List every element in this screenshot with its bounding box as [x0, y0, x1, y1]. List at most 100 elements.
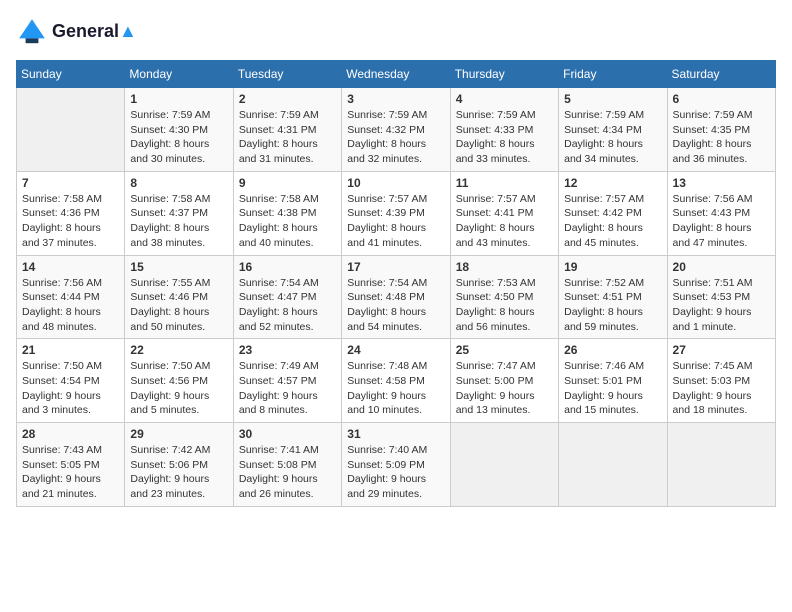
day-number: 24 — [347, 343, 444, 357]
day-number: 22 — [130, 343, 227, 357]
day-number: 1 — [130, 92, 227, 106]
weekday-header-sunday: Sunday — [17, 61, 125, 88]
calendar-cell: 30 Sunrise: 7:41 AM Sunset: 5:08 PM Dayli… — [233, 423, 341, 507]
calendar-cell: 15 Sunrise: 7:55 AM Sunset: 4:46 PM Dayli… — [125, 255, 233, 339]
day-number: 4 — [456, 92, 553, 106]
calendar-cell: 27Sunrise: 7:45 AM Sunset: 5:03 PM Dayli… — [667, 339, 775, 423]
cell-details: Sunrise: 7:50 AM Sunset: 4:54 PM Dayligh… — [22, 359, 119, 418]
day-number: 21 — [22, 343, 119, 357]
calendar-cell: 1 Sunrise: 7:59 AM Sunset: 4:30 PM Daylig… — [125, 88, 233, 172]
day-number: 13 — [673, 176, 770, 190]
cell-details: Sunrise: 7:58 AM Sunset: 4:36 PM Dayligh… — [22, 192, 119, 251]
day-number: 15 — [130, 260, 227, 274]
cell-details: Sunrise: 7:57 AM Sunset: 4:42 PM Dayligh… — [564, 192, 661, 251]
day-number: 23 — [239, 343, 336, 357]
cell-details: Sunrise: 7:55 AM Sunset: 4:46 PM Dayligh… — [130, 276, 227, 335]
cell-details: Sunrise: 7:57 AM Sunset: 4:41 PM Dayligh… — [456, 192, 553, 251]
calendar-cell: 23 Sunrise: 7:49 AM Sunset: 4:57 PM Dayli… — [233, 339, 341, 423]
page-header: General▲ — [16, 16, 776, 48]
day-number: 2 — [239, 92, 336, 106]
calendar-cell: 26Sunrise: 7:46 AM Sunset: 5:01 PM Dayli… — [559, 339, 667, 423]
weekday-header-row: SundayMondayTuesdayWednesdayThursdayFrid… — [17, 61, 776, 88]
day-number: 16 — [239, 260, 336, 274]
cell-details: Sunrise: 7:49 AM Sunset: 4:57 PM Dayligh… — [239, 359, 336, 418]
logo-text: General▲ — [52, 22, 137, 42]
weekday-header-thursday: Thursday — [450, 61, 558, 88]
calendar-cell: 25 Sunrise: 7:47 AM Sunset: 5:00 PM Dayli… — [450, 339, 558, 423]
cell-details: Sunrise: 7:45 AM Sunset: 5:03 PM Dayligh… — [673, 359, 770, 418]
cell-details: Sunrise: 7:43 AM Sunset: 5:05 PM Dayligh… — [22, 443, 119, 502]
logo-icon — [16, 16, 48, 48]
week-row-1: 1 Sunrise: 7:59 AM Sunset: 4:30 PM Daylig… — [17, 88, 776, 172]
calendar-cell: 24 Sunrise: 7:48 AM Sunset: 4:58 PM Dayli… — [342, 339, 450, 423]
calendar-table: SundayMondayTuesdayWednesdayThursdayFrid… — [16, 60, 776, 507]
day-number: 12 — [564, 176, 661, 190]
calendar-cell — [667, 423, 775, 507]
calendar-cell: 19Sunrise: 7:52 AM Sunset: 4:51 PM Dayli… — [559, 255, 667, 339]
calendar-cell: 22 Sunrise: 7:50 AM Sunset: 4:56 PM Dayli… — [125, 339, 233, 423]
calendar-cell: 6Sunrise: 7:59 AM Sunset: 4:35 PM Daylig… — [667, 88, 775, 172]
calendar-cell: 28 Sunrise: 7:43 AM Sunset: 5:05 PM Dayli… — [17, 423, 125, 507]
cell-details: Sunrise: 7:48 AM Sunset: 4:58 PM Dayligh… — [347, 359, 444, 418]
cell-details: Sunrise: 7:59 AM Sunset: 4:30 PM Dayligh… — [130, 108, 227, 167]
day-number: 11 — [456, 176, 553, 190]
calendar-cell: 29Sunrise: 7:42 AM Sunset: 5:06 PM Dayli… — [125, 423, 233, 507]
weekday-header-monday: Monday — [125, 61, 233, 88]
day-number: 3 — [347, 92, 444, 106]
calendar-cell: 4Sunrise: 7:59 AM Sunset: 4:33 PM Daylig… — [450, 88, 558, 172]
day-number: 29 — [130, 427, 227, 441]
day-number: 9 — [239, 176, 336, 190]
cell-details: Sunrise: 7:54 AM Sunset: 4:48 PM Dayligh… — [347, 276, 444, 335]
cell-details: Sunrise: 7:58 AM Sunset: 4:37 PM Dayligh… — [130, 192, 227, 251]
logo: General▲ — [16, 16, 137, 48]
calendar-cell: 13 Sunrise: 7:56 AM Sunset: 4:43 PM Dayli… — [667, 171, 775, 255]
day-number: 30 — [239, 427, 336, 441]
cell-details: Sunrise: 7:59 AM Sunset: 4:32 PM Dayligh… — [347, 108, 444, 167]
calendar-cell: 3 Sunrise: 7:59 AM Sunset: 4:32 PM Daylig… — [342, 88, 450, 172]
day-number: 25 — [456, 343, 553, 357]
day-number: 14 — [22, 260, 119, 274]
day-number: 26 — [564, 343, 661, 357]
calendar-cell: 7Sunrise: 7:58 AM Sunset: 4:36 PM Daylig… — [17, 171, 125, 255]
calendar-cell: 16 Sunrise: 7:54 AM Sunset: 4:47 PM Dayli… — [233, 255, 341, 339]
cell-details: Sunrise: 7:51 AM Sunset: 4:53 PM Dayligh… — [673, 276, 770, 335]
cell-details: Sunrise: 7:47 AM Sunset: 5:00 PM Dayligh… — [456, 359, 553, 418]
weekday-header-wednesday: Wednesday — [342, 61, 450, 88]
day-number: 28 — [22, 427, 119, 441]
cell-details: Sunrise: 7:56 AM Sunset: 4:44 PM Dayligh… — [22, 276, 119, 335]
calendar-cell: 20Sunrise: 7:51 AM Sunset: 4:53 PM Dayli… — [667, 255, 775, 339]
calendar-cell — [559, 423, 667, 507]
calendar-cell — [450, 423, 558, 507]
day-number: 19 — [564, 260, 661, 274]
week-row-3: 14 Sunrise: 7:56 AM Sunset: 4:44 PM Dayli… — [17, 255, 776, 339]
week-row-5: 28 Sunrise: 7:43 AM Sunset: 5:05 PM Dayli… — [17, 423, 776, 507]
day-number: 31 — [347, 427, 444, 441]
cell-details: Sunrise: 7:54 AM Sunset: 4:47 PM Dayligh… — [239, 276, 336, 335]
cell-details: Sunrise: 7:41 AM Sunset: 5:08 PM Dayligh… — [239, 443, 336, 502]
calendar-cell: 9 Sunrise: 7:58 AM Sunset: 4:38 PM Daylig… — [233, 171, 341, 255]
cell-details: Sunrise: 7:50 AM Sunset: 4:56 PM Dayligh… — [130, 359, 227, 418]
calendar-cell: 31 Sunrise: 7:40 AM Sunset: 5:09 PM Dayli… — [342, 423, 450, 507]
calendar-cell: 21 Sunrise: 7:50 AM Sunset: 4:54 PM Dayli… — [17, 339, 125, 423]
cell-details: Sunrise: 7:59 AM Sunset: 4:34 PM Dayligh… — [564, 108, 661, 167]
cell-details: Sunrise: 7:58 AM Sunset: 4:38 PM Dayligh… — [239, 192, 336, 251]
day-number: 8 — [130, 176, 227, 190]
calendar-cell: 11 Sunrise: 7:57 AM Sunset: 4:41 PM Dayli… — [450, 171, 558, 255]
calendar-cell: 5 Sunrise: 7:59 AM Sunset: 4:34 PM Daylig… — [559, 88, 667, 172]
calendar-cell: 8 Sunrise: 7:58 AM Sunset: 4:37 PM Daylig… — [125, 171, 233, 255]
day-number: 5 — [564, 92, 661, 106]
day-number: 17 — [347, 260, 444, 274]
weekday-header-friday: Friday — [559, 61, 667, 88]
day-number: 10 — [347, 176, 444, 190]
cell-details: Sunrise: 7:56 AM Sunset: 4:43 PM Dayligh… — [673, 192, 770, 251]
calendar-cell: 14 Sunrise: 7:56 AM Sunset: 4:44 PM Dayli… — [17, 255, 125, 339]
calendar-cell: 10Sunrise: 7:57 AM Sunset: 4:39 PM Dayli… — [342, 171, 450, 255]
calendar-cell: 17 Sunrise: 7:54 AM Sunset: 4:48 PM Dayli… — [342, 255, 450, 339]
day-number: 18 — [456, 260, 553, 274]
week-row-4: 21 Sunrise: 7:50 AM Sunset: 4:54 PM Dayli… — [17, 339, 776, 423]
cell-details: Sunrise: 7:40 AM Sunset: 5:09 PM Dayligh… — [347, 443, 444, 502]
day-number: 6 — [673, 92, 770, 106]
cell-details: Sunrise: 7:59 AM Sunset: 4:31 PM Dayligh… — [239, 108, 336, 167]
calendar-cell: 2 Sunrise: 7:59 AM Sunset: 4:31 PM Daylig… — [233, 88, 341, 172]
calendar-cell: 12 Sunrise: 7:57 AM Sunset: 4:42 PM Dayli… — [559, 171, 667, 255]
